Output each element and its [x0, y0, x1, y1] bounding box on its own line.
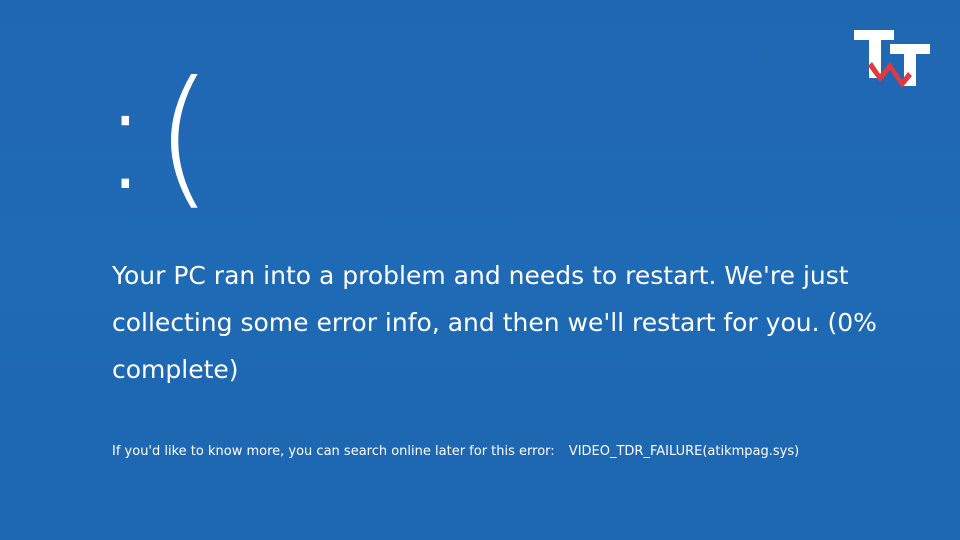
more-info-prompt: If you'd like to know more, you can sear…: [112, 444, 555, 459]
stop-code: VIDEO_TDR_FAILURE(atikmpag.sys): [568, 444, 800, 459]
bsod-screen: :( Your PC ran into a problem and needs …: [0, 0, 960, 540]
sad-face-emoticon: :(: [100, 50, 218, 224]
tt-watermark-logo-icon: [854, 30, 930, 88]
error-message: Your PC ran into a problem and needs to …: [112, 261, 877, 384]
error-details: If you'd like to know more, you can sear…: [112, 442, 799, 462]
